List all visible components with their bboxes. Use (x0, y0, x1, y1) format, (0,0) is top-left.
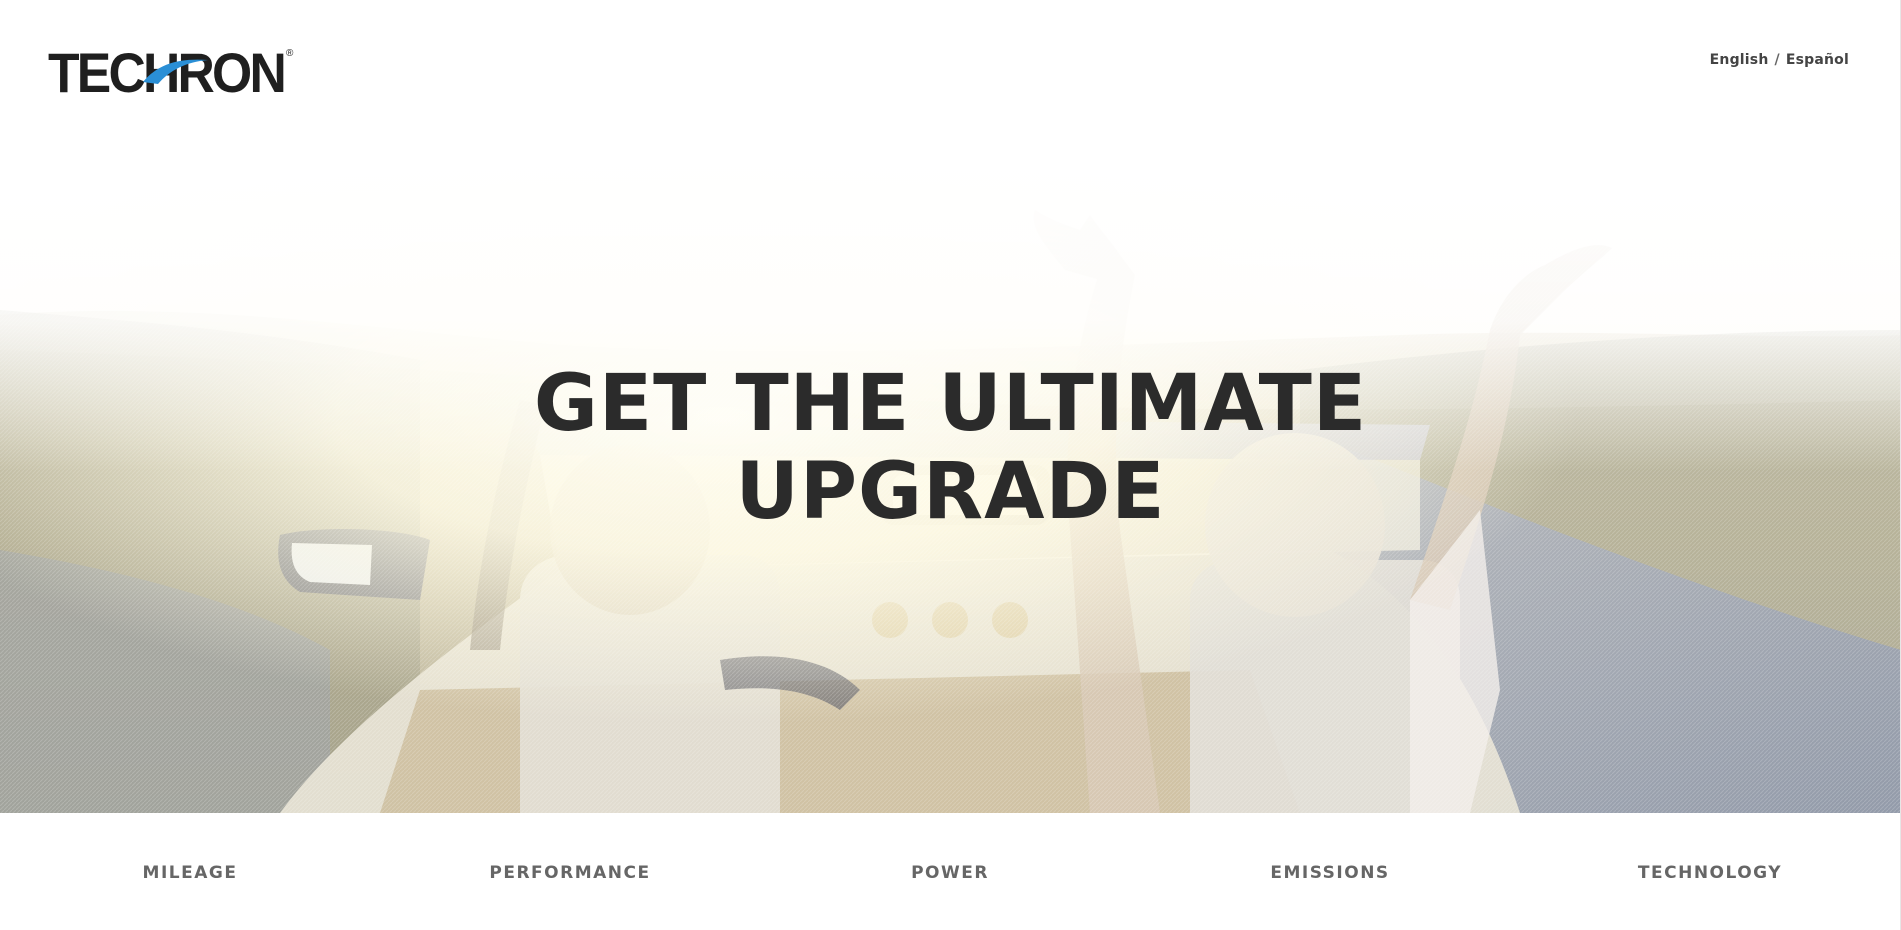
nav-item-power[interactable]: POWER (911, 863, 989, 883)
feature-nav: MILEAGE PERFORMANCE POWER EMISSIONS TECH… (0, 813, 1901, 930)
techron-logo-icon: TECHRON ® (48, 41, 294, 104)
techron-logo[interactable]: TECHRON ® (48, 38, 296, 104)
site-header: TECHRON ® English / Español (0, 0, 1901, 150)
lang-separator: / (1774, 52, 1780, 68)
nav-item-performance[interactable]: PERFORMANCE (489, 863, 650, 883)
nav-item-technology[interactable]: TECHNOLOGY (1638, 863, 1782, 883)
hero-headline: GET THE ULTIMATE UPGRADE (0, 360, 1901, 536)
hero-headline-line-2: UPGRADE (735, 447, 1166, 538)
page: TECHRON ® English / Español (0, 0, 1901, 930)
language-switcher: English / Español (1710, 52, 1849, 68)
nav-item-emissions[interactable]: EMISSIONS (1270, 863, 1389, 883)
logo-registered-mark: ® (286, 48, 294, 59)
lang-english-link[interactable]: English (1710, 52, 1769, 68)
hero-banner: GET THE ULTIMATE UPGRADE (0, 130, 1901, 813)
hero-headline-line-1: GET THE ULTIMATE (533, 359, 1368, 450)
lang-espanol-link[interactable]: Español (1786, 52, 1849, 68)
nav-item-mileage[interactable]: MILEAGE (143, 863, 238, 883)
